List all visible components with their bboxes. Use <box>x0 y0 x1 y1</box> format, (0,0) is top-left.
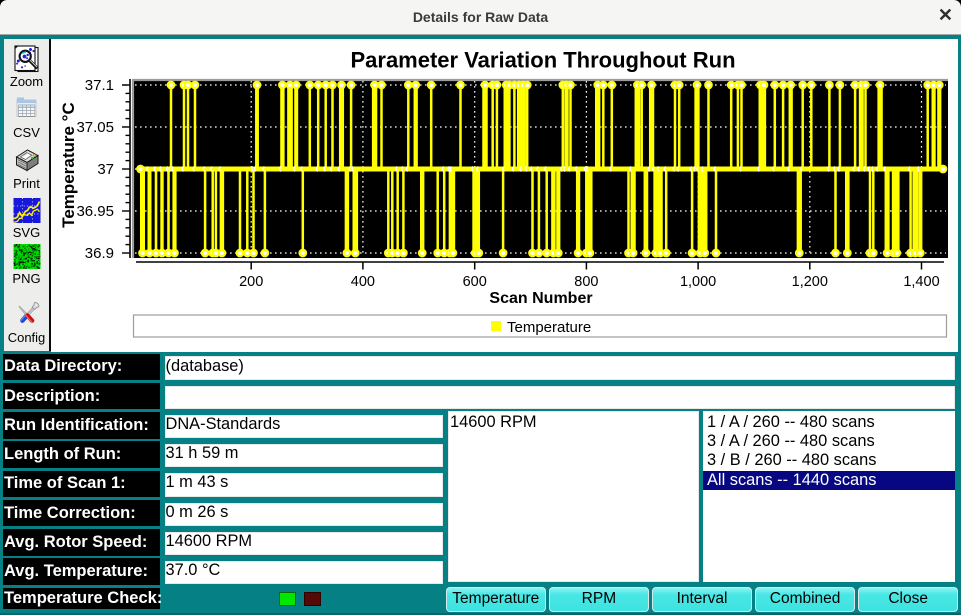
svg-text:Scan Number: Scan Number <box>489 290 592 307</box>
svg-text:37.1: 37.1 <box>85 77 114 94</box>
svg-text:37.05: 37.05 <box>76 119 114 136</box>
svg-text:200: 200 <box>239 274 263 290</box>
svg-text:400: 400 <box>351 274 375 290</box>
svg-text:36.9: 36.9 <box>85 245 114 262</box>
svg-text:37: 37 <box>97 161 114 178</box>
svg-text:1,000: 1,000 <box>680 274 716 290</box>
svg-text:Temperature °C: Temperature °C <box>59 102 78 228</box>
svg-text:36.95: 36.95 <box>76 203 114 220</box>
svg-text:800: 800 <box>574 274 598 290</box>
svg-text:1,200: 1,200 <box>792 274 828 290</box>
svg-text:Temperature: Temperature <box>507 319 591 336</box>
svg-text:1,400: 1,400 <box>903 274 939 290</box>
svg-text:Parameter Variation Throughout: Parameter Variation Throughout Run <box>350 48 735 73</box>
svg-text:600: 600 <box>463 274 487 290</box>
